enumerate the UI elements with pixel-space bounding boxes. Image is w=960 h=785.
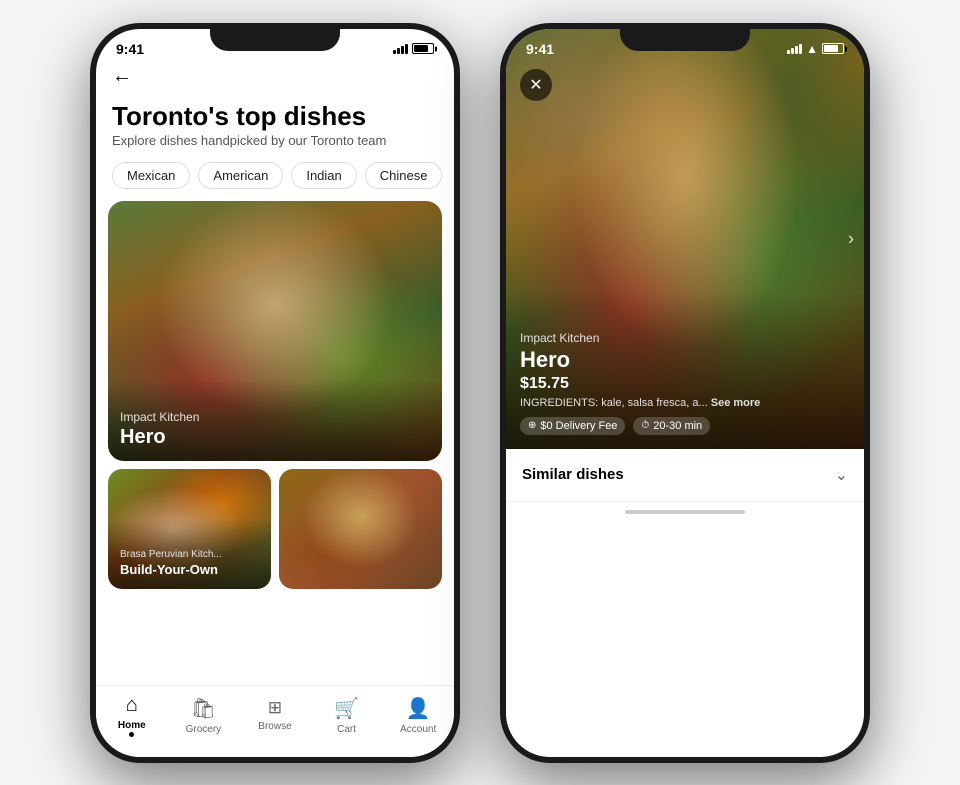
back-button[interactable]: ← xyxy=(96,61,454,96)
filter-chips: Mexican American Indian Chinese xyxy=(96,158,454,201)
nav-browse[interactable]: ⊞ Browse xyxy=(247,698,302,732)
cart-icon: 🛒 xyxy=(334,696,359,721)
close-button[interactable]: ✕ xyxy=(520,69,552,101)
right-ingredients: INGREDIENTS: kale, salsa fresca, a... Se… xyxy=(520,397,850,409)
right-bottom-section: Similar dishes ⌄ xyxy=(506,449,864,757)
left-time: 9:41 xyxy=(116,41,144,57)
right-food-image: 9:41 ▲ xyxy=(506,29,864,449)
nav-home[interactable]: ⌂ Home xyxy=(104,694,159,737)
delivery-time-badge: ⏱ 20-30 min xyxy=(633,417,710,435)
similar-dishes-label: Similar dishes xyxy=(522,466,624,483)
hero-card[interactable]: Impact Kitchen Hero xyxy=(108,201,442,461)
right-info-overlay: Impact Kitchen Hero $15.75 INGREDIENTS: … xyxy=(506,291,864,449)
right-wifi-icon: ▲ xyxy=(806,42,818,56)
small-card-2[interactable] xyxy=(279,469,442,589)
right-battery-fill xyxy=(824,45,838,52)
small-card-1[interactable]: Brasa Peruvian Kitch... Build-Your-Own xyxy=(108,469,271,589)
nav-cart[interactable]: 🛒 Cart xyxy=(319,696,374,735)
clock-icon: ⏱ xyxy=(641,420,649,431)
small-card-1-restaurant: Brasa Peruvian Kitch... xyxy=(120,549,259,560)
right-status-icons: ▲ xyxy=(787,42,844,56)
notch-left xyxy=(210,23,340,51)
nav-active-indicator xyxy=(129,732,134,737)
delivery-fee-badge: ⊕ $0 Delivery Fee xyxy=(520,417,625,435)
right-screen: 9:41 ▲ xyxy=(506,29,864,757)
left-phone: 9:41 ← Toronto's top d xyxy=(90,23,460,763)
hero-dish-name: Hero xyxy=(120,426,430,449)
home-indicator xyxy=(506,502,864,518)
nav-account[interactable]: 👤 Account xyxy=(391,696,446,735)
small-card-1-dish: Build-Your-Own xyxy=(120,562,259,577)
signal-icon xyxy=(393,44,408,54)
chevron-down-icon: ⌄ xyxy=(835,465,848,485)
nav-cart-label: Cart xyxy=(337,724,356,735)
hero-restaurant: Impact Kitchen xyxy=(120,410,430,424)
filter-mexican[interactable]: Mexican xyxy=(112,162,190,189)
page-subtitle: Explore dishes handpicked by our Toronto… xyxy=(96,133,454,158)
similar-dishes-row[interactable]: Similar dishes ⌄ xyxy=(506,449,864,502)
battery-icon xyxy=(412,43,434,54)
right-time: 9:41 xyxy=(526,41,554,57)
right-restaurant: Impact Kitchen xyxy=(520,331,850,345)
small-card-2-image xyxy=(279,469,442,589)
nav-account-label: Account xyxy=(400,724,436,735)
filter-indian[interactable]: Indian xyxy=(291,162,356,189)
account-icon: 👤 xyxy=(406,696,431,721)
nav-grocery-label: Grocery xyxy=(186,724,222,735)
home-indicator-bar xyxy=(625,510,745,514)
right-price: $15.75 xyxy=(520,375,850,393)
delivery-fee-label: $0 Delivery Fee xyxy=(540,420,617,432)
right-dish: Hero xyxy=(520,347,850,373)
battery-fill xyxy=(414,45,428,52)
chevron-right-icon[interactable]: › xyxy=(848,228,854,249)
see-more-link[interactable]: See more xyxy=(711,397,761,409)
notch-right xyxy=(620,23,750,51)
nav-browse-label: Browse xyxy=(258,721,291,732)
delivery-time-label: 20-30 min xyxy=(653,420,702,432)
hero-card-label: Impact Kitchen Hero xyxy=(108,380,442,461)
left-screen: 9:41 ← Toronto's top d xyxy=(96,29,454,757)
bottom-nav: ⌂ Home 🛍 Grocery ⊞ Browse 🛒 Cart 👤 xyxy=(96,685,454,757)
right-battery-icon xyxy=(822,43,844,54)
left-status-icons xyxy=(393,43,434,54)
right-phone: 9:41 ▲ xyxy=(500,23,870,763)
filter-american[interactable]: American xyxy=(198,162,283,189)
delivery-badges: ⊕ $0 Delivery Fee ⏱ 20-30 min xyxy=(520,417,850,435)
small-card-1-label: Brasa Peruvian Kitch... Build-Your-Own xyxy=(108,519,271,589)
browse-icon: ⊞ xyxy=(268,698,282,718)
page-title: Toronto's top dishes xyxy=(96,96,454,134)
food-grid: Impact Kitchen Hero Brasa Peruvian Kitch… xyxy=(96,201,454,684)
back-arrow-icon[interactable]: ← xyxy=(112,65,132,87)
nav-home-label: Home xyxy=(118,720,146,731)
small-cards: Brasa Peruvian Kitch... Build-Your-Own xyxy=(108,469,442,589)
right-signal-icon xyxy=(787,44,802,54)
delivery-fee-icon: ⊕ xyxy=(528,420,536,431)
filter-chinese[interactable]: Chinese xyxy=(365,162,443,189)
grocery-icon: 🛍 xyxy=(191,696,216,721)
home-icon: ⌂ xyxy=(126,694,138,717)
close-icon: ✕ xyxy=(529,75,542,95)
nav-grocery[interactable]: 🛍 Grocery xyxy=(176,696,231,735)
